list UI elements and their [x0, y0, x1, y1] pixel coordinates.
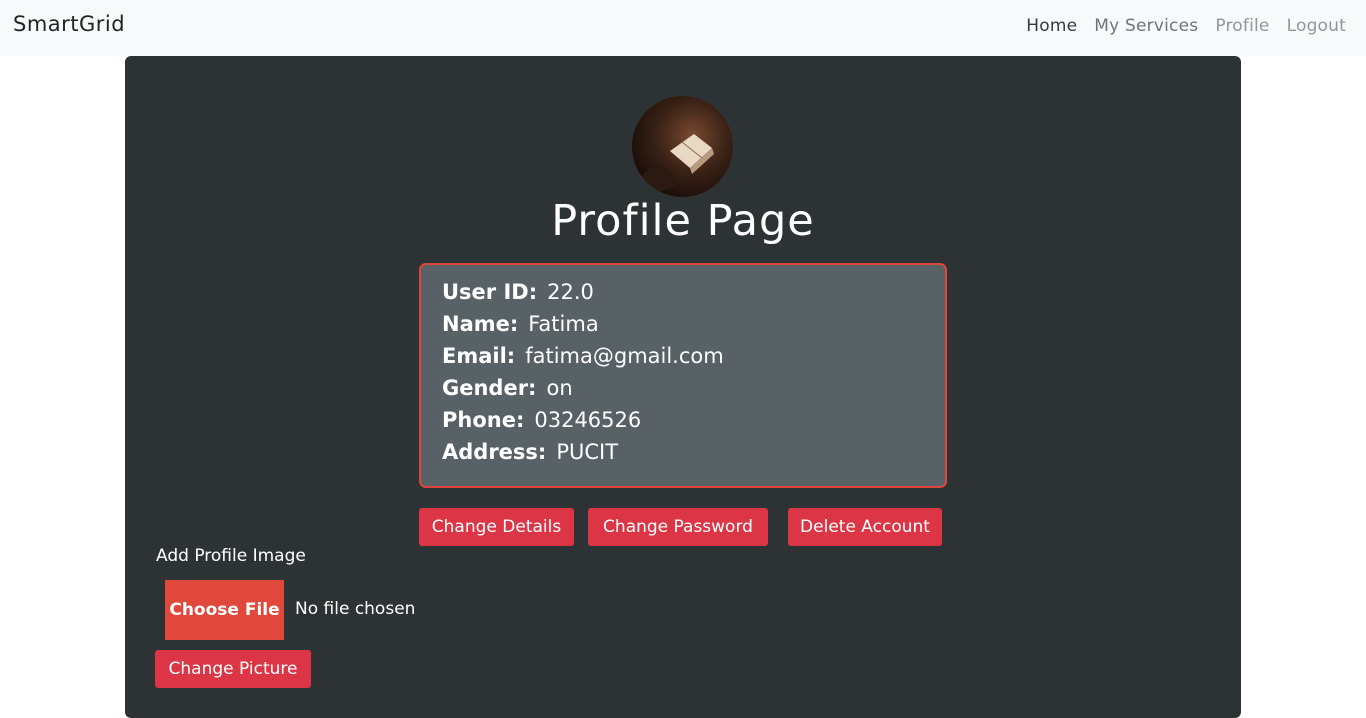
info-value: on [546, 376, 573, 400]
avatar-image [632, 96, 733, 197]
info-label: Email: [442, 344, 516, 368]
info-row-address: Address: PUCIT [442, 436, 945, 468]
choose-file-button[interactable]: Choose File [165, 580, 284, 640]
info-label: Gender: [442, 376, 537, 400]
info-value: 22.0 [547, 280, 594, 304]
change-details-button[interactable]: Change Details [419, 508, 574, 546]
navbar: SmartGrid Home My Services Profile Logou… [0, 0, 1366, 56]
nav-link-home[interactable]: Home [1026, 16, 1077, 36]
change-picture-button[interactable]: Change Picture [155, 650, 311, 688]
profile-card: Profile Page User ID: 22.0 Name: Fatima Em… [125, 56, 1241, 718]
info-label: Address: [442, 440, 547, 464]
info-row-name: Name: Fatima [442, 308, 945, 340]
info-row-user-id: User ID: 22.0 [442, 276, 945, 308]
file-status-text: No file chosen [295, 599, 416, 619]
nav-link-logout[interactable]: Logout [1287, 16, 1346, 36]
info-value: PUCIT [556, 440, 619, 464]
delete-account-button[interactable]: Delete Account [788, 508, 942, 546]
page-title: Profile Page [551, 196, 815, 246]
info-label: User ID: [442, 280, 538, 304]
nav-link-profile[interactable]: Profile [1215, 16, 1269, 36]
nav-link-my-services[interactable]: My Services [1094, 16, 1198, 36]
info-row-phone: Phone: 03246526 [442, 404, 945, 436]
brand-logo[interactable]: SmartGrid [13, 12, 125, 36]
info-value: Fatima [528, 312, 599, 336]
nav-links: Home My Services Profile Logout [1009, 16, 1346, 36]
info-label: Phone: [442, 408, 525, 432]
info-label: Name: [442, 312, 519, 336]
info-value: fatima@gmail.com [525, 344, 724, 368]
info-row-email: Email: fatima@gmail.com [442, 340, 945, 372]
info-row-gender: Gender: on [442, 372, 945, 404]
add-profile-image-label: Add Profile Image [156, 546, 306, 566]
change-password-button[interactable]: Change Password [588, 508, 768, 546]
info-value: 03246526 [534, 408, 642, 432]
avatar [632, 96, 733, 197]
profile-info-box: User ID: 22.0 Name: Fatima Email: fatima@gm… [419, 263, 947, 488]
